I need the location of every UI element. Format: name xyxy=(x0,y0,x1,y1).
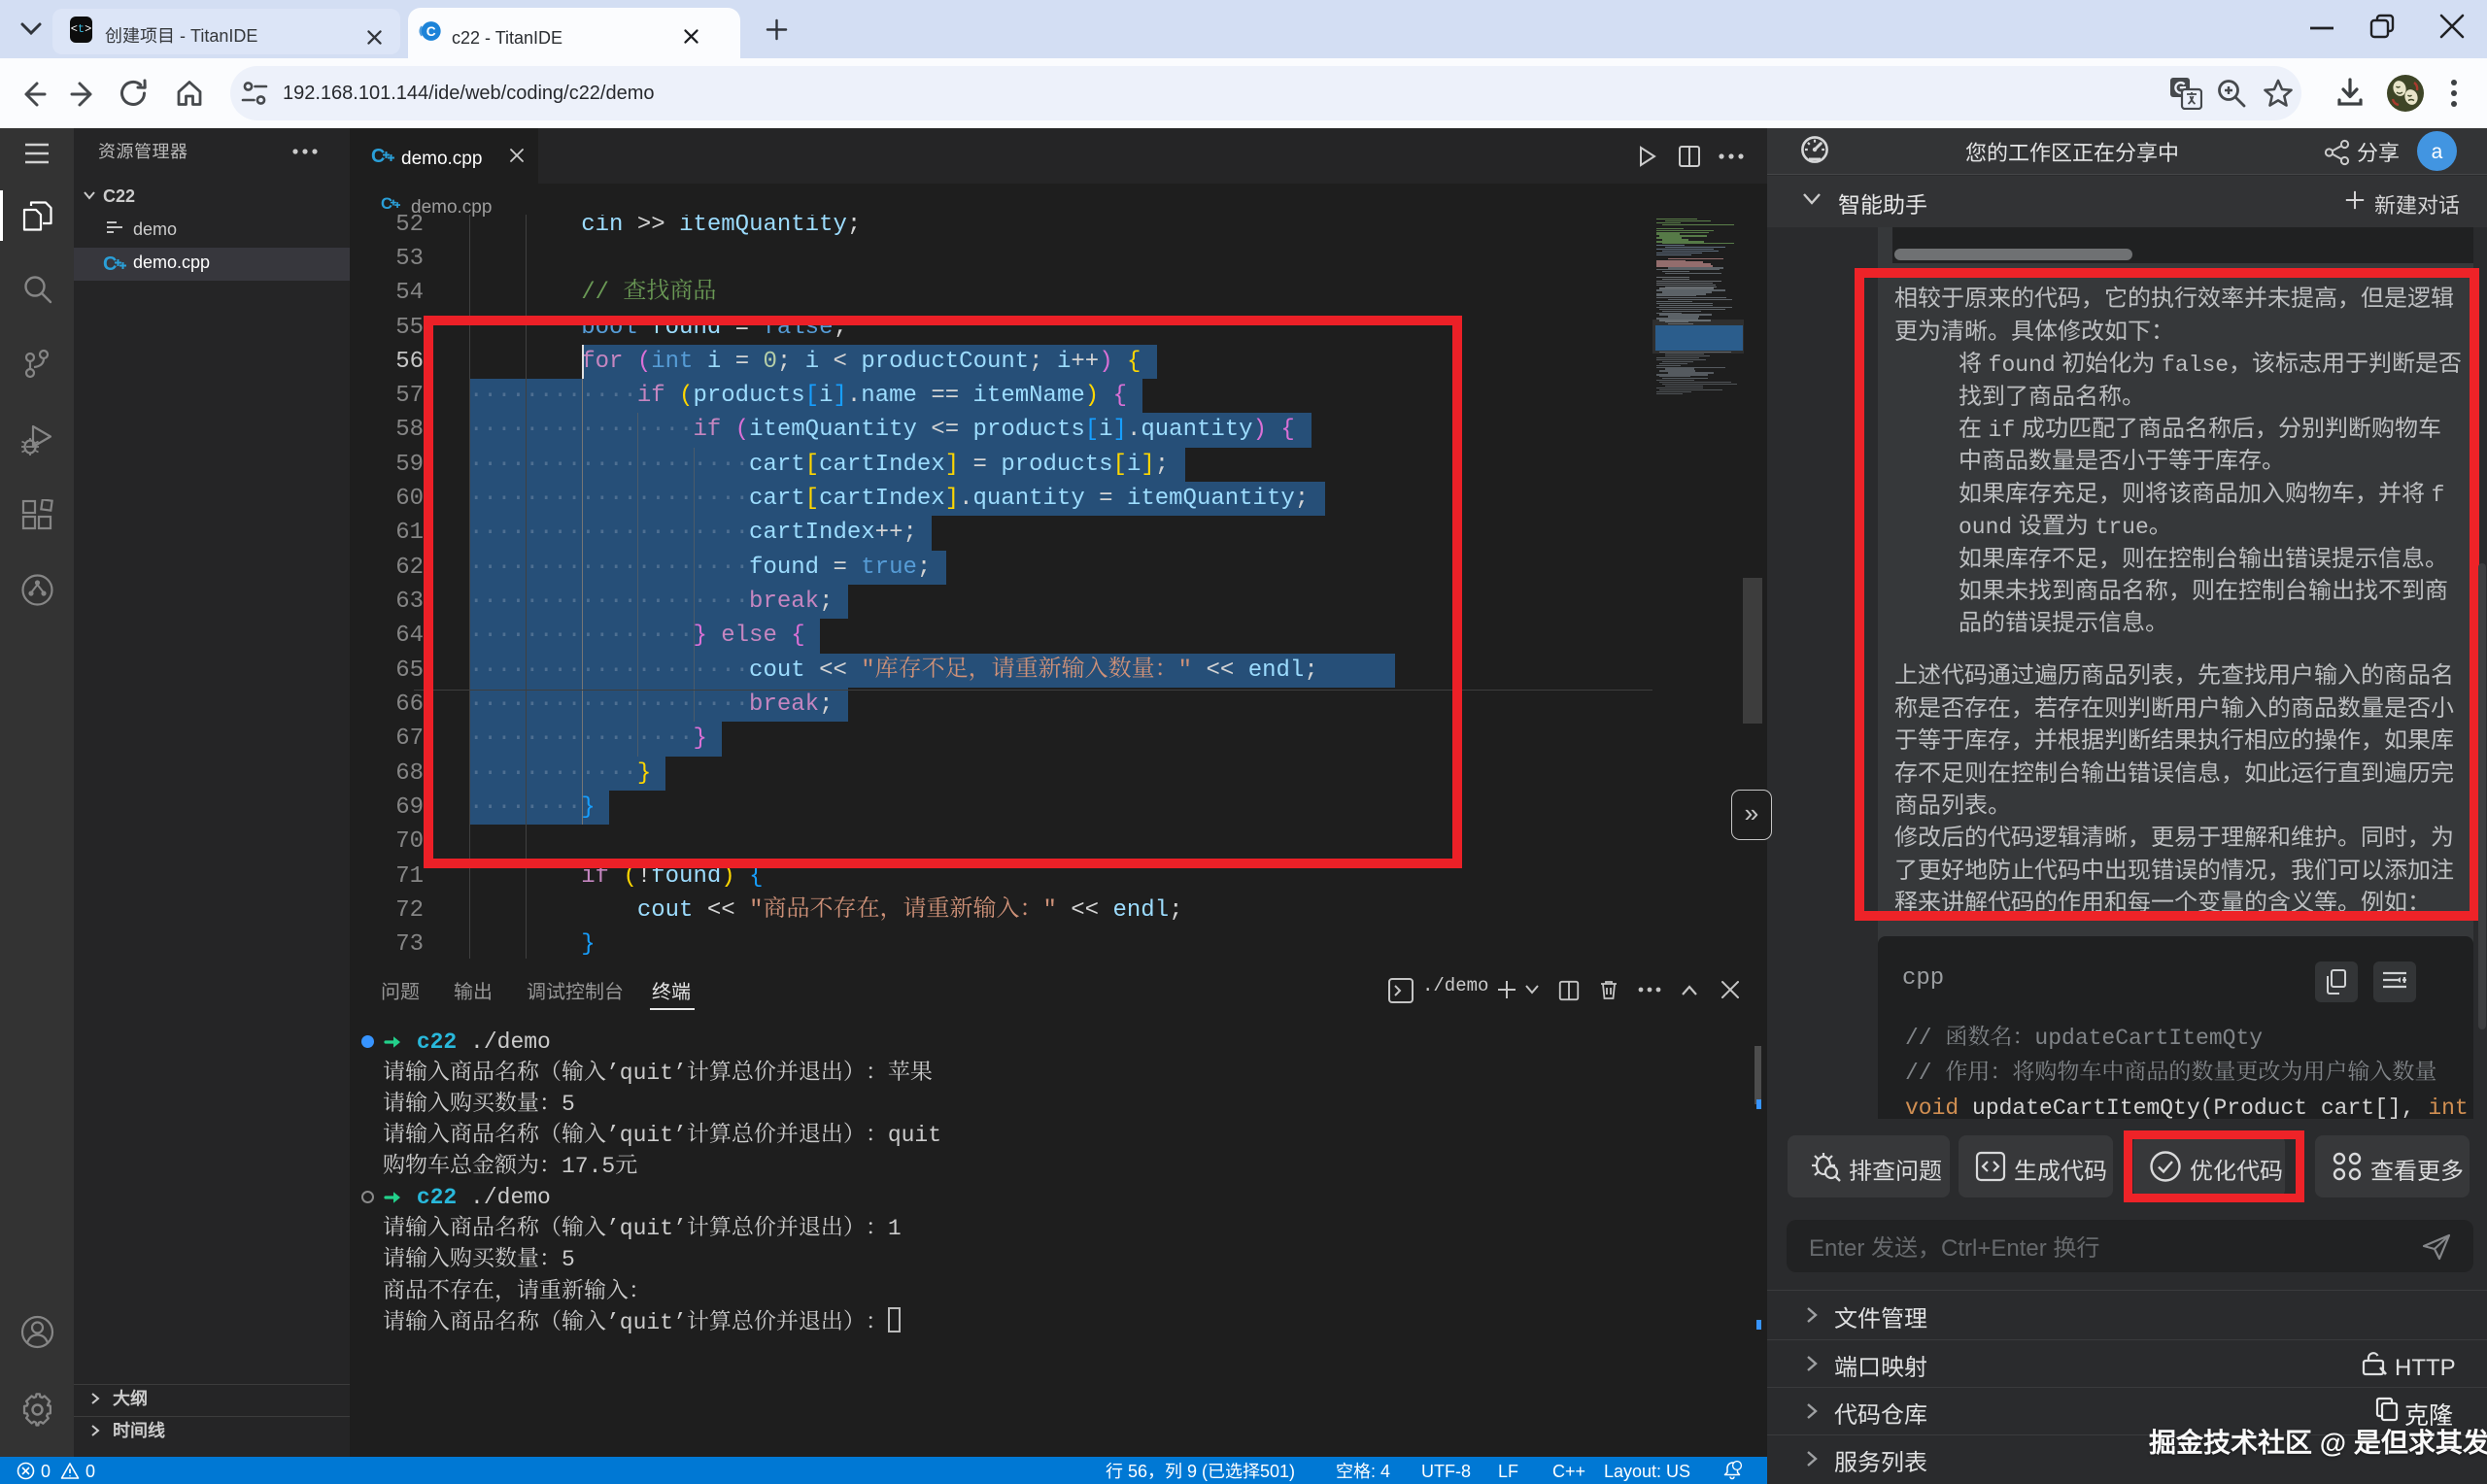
svg-text:C: C xyxy=(103,253,117,275)
svg-text:C: C xyxy=(426,24,436,39)
svg-text:C: C xyxy=(371,146,385,167)
